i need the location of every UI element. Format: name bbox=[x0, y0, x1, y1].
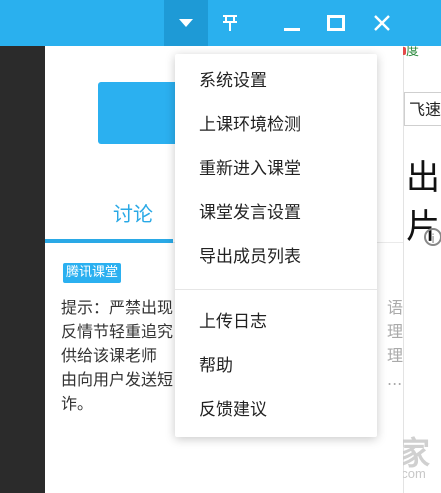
tab-active-underline bbox=[45, 239, 173, 243]
minimize-icon bbox=[284, 28, 300, 31]
background-address-bar[interactable]: 飞速 bbox=[404, 92, 441, 126]
menu-item-help[interactable]: 帮助 bbox=[175, 346, 377, 386]
menu-item-feedback[interactable]: 反馈建议 bbox=[175, 390, 377, 430]
menu-divider bbox=[175, 289, 377, 290]
tencent-classroom-badge: 腾讯课堂 bbox=[63, 263, 122, 283]
menu-item-system-settings[interactable]: 系统设置 bbox=[175, 61, 377, 101]
pin-icon bbox=[223, 15, 237, 31]
pin-button[interactable] bbox=[208, 0, 252, 46]
menu-item-environment-check[interactable]: 上课环境检测 bbox=[175, 105, 377, 145]
maximize-icon bbox=[327, 15, 345, 31]
menu-item-reenter-classroom[interactable]: 重新进入课堂 bbox=[175, 149, 377, 189]
notice-fragment: ... bbox=[387, 370, 403, 389]
left-dark-panel bbox=[0, 46, 45, 493]
maximize-button[interactable] bbox=[314, 0, 358, 46]
more-menu-button[interactable] bbox=[164, 0, 208, 46]
menu-item-export-members[interactable]: 导出成员列表 bbox=[175, 237, 377, 277]
minimize-button[interactable] bbox=[270, 0, 314, 46]
tab-discussion[interactable]: 讨论 bbox=[113, 198, 153, 227]
notice-fragment: 理 bbox=[387, 346, 404, 365]
settings-dropdown-menu: 系统设置 上课环境检测 重新进入课堂 课堂发言设置 导出成员列表 上传日志 帮助… bbox=[175, 54, 377, 437]
menu-item-speaking-settings[interactable]: 课堂发言设置 bbox=[175, 193, 377, 233]
close-button[interactable] bbox=[360, 0, 404, 46]
notice-fragment: 语 bbox=[387, 298, 404, 317]
notice-fragment: 理 bbox=[387, 322, 404, 341]
background-browser-window: 度 飞速 出片 i bbox=[398, 0, 441, 493]
caret-down-icon bbox=[179, 19, 193, 27]
info-circle-icon[interactable]: i bbox=[424, 228, 441, 246]
notice-right-fragments: 语 理 理 ... bbox=[387, 296, 403, 392]
title-bar bbox=[0, 0, 441, 46]
close-icon bbox=[374, 15, 390, 31]
menu-item-upload-logs[interactable]: 上传日志 bbox=[175, 302, 377, 342]
